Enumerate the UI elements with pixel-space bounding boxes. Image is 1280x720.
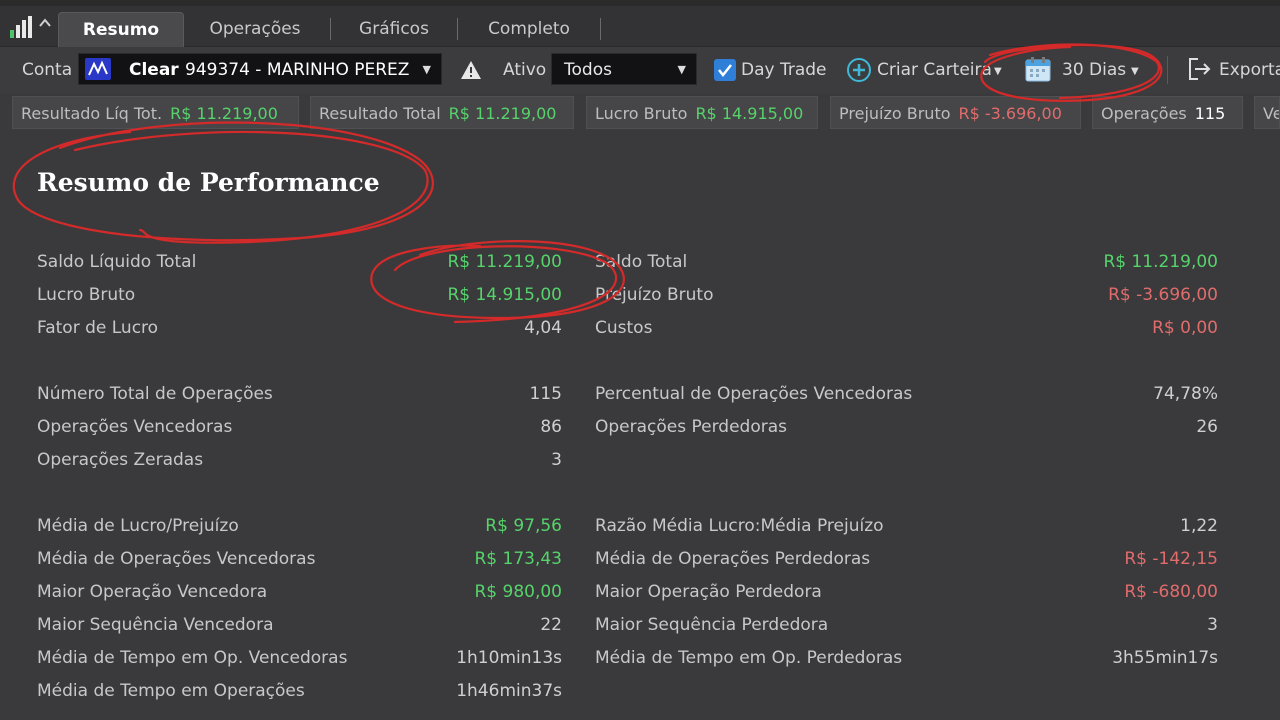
ativo-select[interactable]: Todos ▼ [551,53,697,85]
window-top-edge [0,0,1280,6]
metric-label: Média de Operações Perdedoras [595,549,871,569]
summary-label: Resultado Total [319,104,441,123]
account-label: Conta [22,60,73,80]
metric-label: Razão Média Lucro:Média Prejuízo [595,516,884,536]
metric-value: R$ 11.219,00 [1103,252,1218,272]
metric-value: 1h46min37s [456,681,562,701]
metric-label: Fator de Lucro [37,318,159,338]
summary-label: Lucro Bruto [595,104,688,123]
metric-value: 1,22 [1180,516,1218,536]
metric-label: Média de Tempo em Op. Perdedoras [595,648,903,668]
summary-value: R$ 11.219,00 [170,104,278,123]
metric-value: R$ -3.696,00 [1108,285,1218,305]
tab-graficos[interactable]: Gráficos [338,12,450,46]
metric-value: 3 [1207,615,1218,635]
metric-label: Média de Tempo em Op. Vencedoras [37,648,348,668]
metric-value: R$ 14.915,00 [447,285,562,305]
metric-label: Percentual de Operações Vencedoras [595,384,913,404]
metric-value: R$ 0,00 [1152,318,1218,338]
metric-value: R$ 173,43 [474,549,562,569]
day-trade-label[interactable]: Day Trade [741,60,827,80]
tab-resumo[interactable]: Resumo [58,12,184,47]
export-icon[interactable] [1186,56,1212,86]
summary-chip-lucro-bruto: Lucro Bruto R$ 14.915,00 [586,96,818,129]
export-button[interactable]: Exporta [1219,60,1280,80]
page-title: Resumo de Performance [37,168,380,197]
metric-value: 1h10min13s [456,648,562,668]
metric-label: Maior Operação Perdedora [595,582,822,602]
summary-chip-resultado-total: Resultado Total R$ 11.219,00 [310,96,574,129]
metric-value: 26 [1196,417,1218,437]
plus-circle-icon[interactable] [846,57,872,87]
metric-label: Operações Zeradas [37,450,204,470]
tab-divider [600,18,601,40]
chevron-down-icon[interactable]: ▼ [1131,66,1139,77]
metric-label: Média de Tempo em Operações [37,681,305,701]
account-name: 949374 - MARINHO PEREZ [185,60,410,80]
metric-label: Maior Operação Vencedora [37,582,268,602]
metric-value: 4,04 [524,318,562,338]
summary-label: Prejuízo Bruto [839,104,951,123]
tab-divider [330,18,331,40]
metric-label: Número Total de Operações [37,384,273,404]
summary-value: R$ -3.696,00 [958,104,1062,123]
tab-completo[interactable]: Completo [465,12,593,46]
ativo-value: Todos [564,60,612,80]
ativo-label: Ativo [503,60,547,80]
toolbar-divider [1167,56,1168,84]
metric-value: 115 [529,384,562,404]
period-select[interactable]: 30 Dias [1062,60,1126,80]
summary-chip-truncated: Ve [1254,96,1280,129]
metric-label: Operações Perdedoras [595,417,788,437]
chevron-down-icon: ▼ [677,63,686,76]
chevron-down-icon: ▼ [422,63,431,76]
summary-label: Operações [1101,104,1187,123]
metric-label: Custos [595,318,653,338]
clear-broker-logo-icon [85,58,111,80]
metric-value: R$ -142,15 [1124,549,1218,569]
metric-value: R$ -680,00 [1124,582,1218,602]
calendar-icon[interactable] [1024,55,1052,87]
summary-label: Resultado Líq Tot. [21,104,163,123]
account-broker: Clear [129,60,179,80]
chevron-down-icon[interactable]: ▼ [994,66,1002,77]
metric-label: Operações Vencedoras [37,417,233,437]
summary-label: Ve [1263,104,1279,123]
metric-label: Saldo Total [595,252,688,272]
metric-value: 3 [551,450,562,470]
criar-carteira-button[interactable]: Criar Carteira [877,60,992,80]
metric-value: 86 [540,417,562,437]
metric-label: Maior Sequência Vencedora [37,615,274,635]
metric-label: Média de Lucro/Prejuízo [37,516,239,536]
summary-chip-resultado-liq: Resultado Líq Tot. R$ 11.219,00 [12,96,299,129]
tab-divider [457,18,458,40]
metric-label: Lucro Bruto [37,285,136,305]
metric-value: 74,78% [1153,384,1218,404]
account-select[interactable]: Clear 949374 - MARINHO PEREZ ▼ [78,53,442,85]
summary-value: 115 [1194,104,1226,123]
summary-value: R$ 14.915,00 [695,104,804,123]
metric-value: 3h55min17s [1112,648,1218,668]
checkbox-checked-icon [718,64,732,78]
summary-chip-operacoes: Operações 115 [1092,96,1243,129]
metric-label: Maior Sequência Perdedora [595,615,829,635]
metric-value: R$ 97,56 [485,516,562,536]
day-trade-checkbox[interactable] [714,59,736,81]
tab-bar: Resumo Operações Gráficos Completo [0,0,1280,47]
metric-label: Média de Operações Vencedoras [37,549,316,569]
tab-operacoes[interactable]: Operações [190,12,320,46]
chart-bars-icon[interactable] [8,14,36,40]
summary-chip-prejuizo-bruto: Prejuízo Bruto R$ -3.696,00 [830,96,1081,129]
warning-icon[interactable] [460,60,482,84]
metric-value: 22 [540,615,562,635]
metric-label: Saldo Líquido Total [37,252,197,272]
summary-value: R$ 11.219,00 [448,104,557,123]
chevron-up-icon[interactable] [38,16,52,34]
metric-label: Prejuízo Bruto [595,285,714,305]
metric-value: R$ 980,00 [474,582,562,602]
metric-value: R$ 11.219,00 [447,252,562,272]
